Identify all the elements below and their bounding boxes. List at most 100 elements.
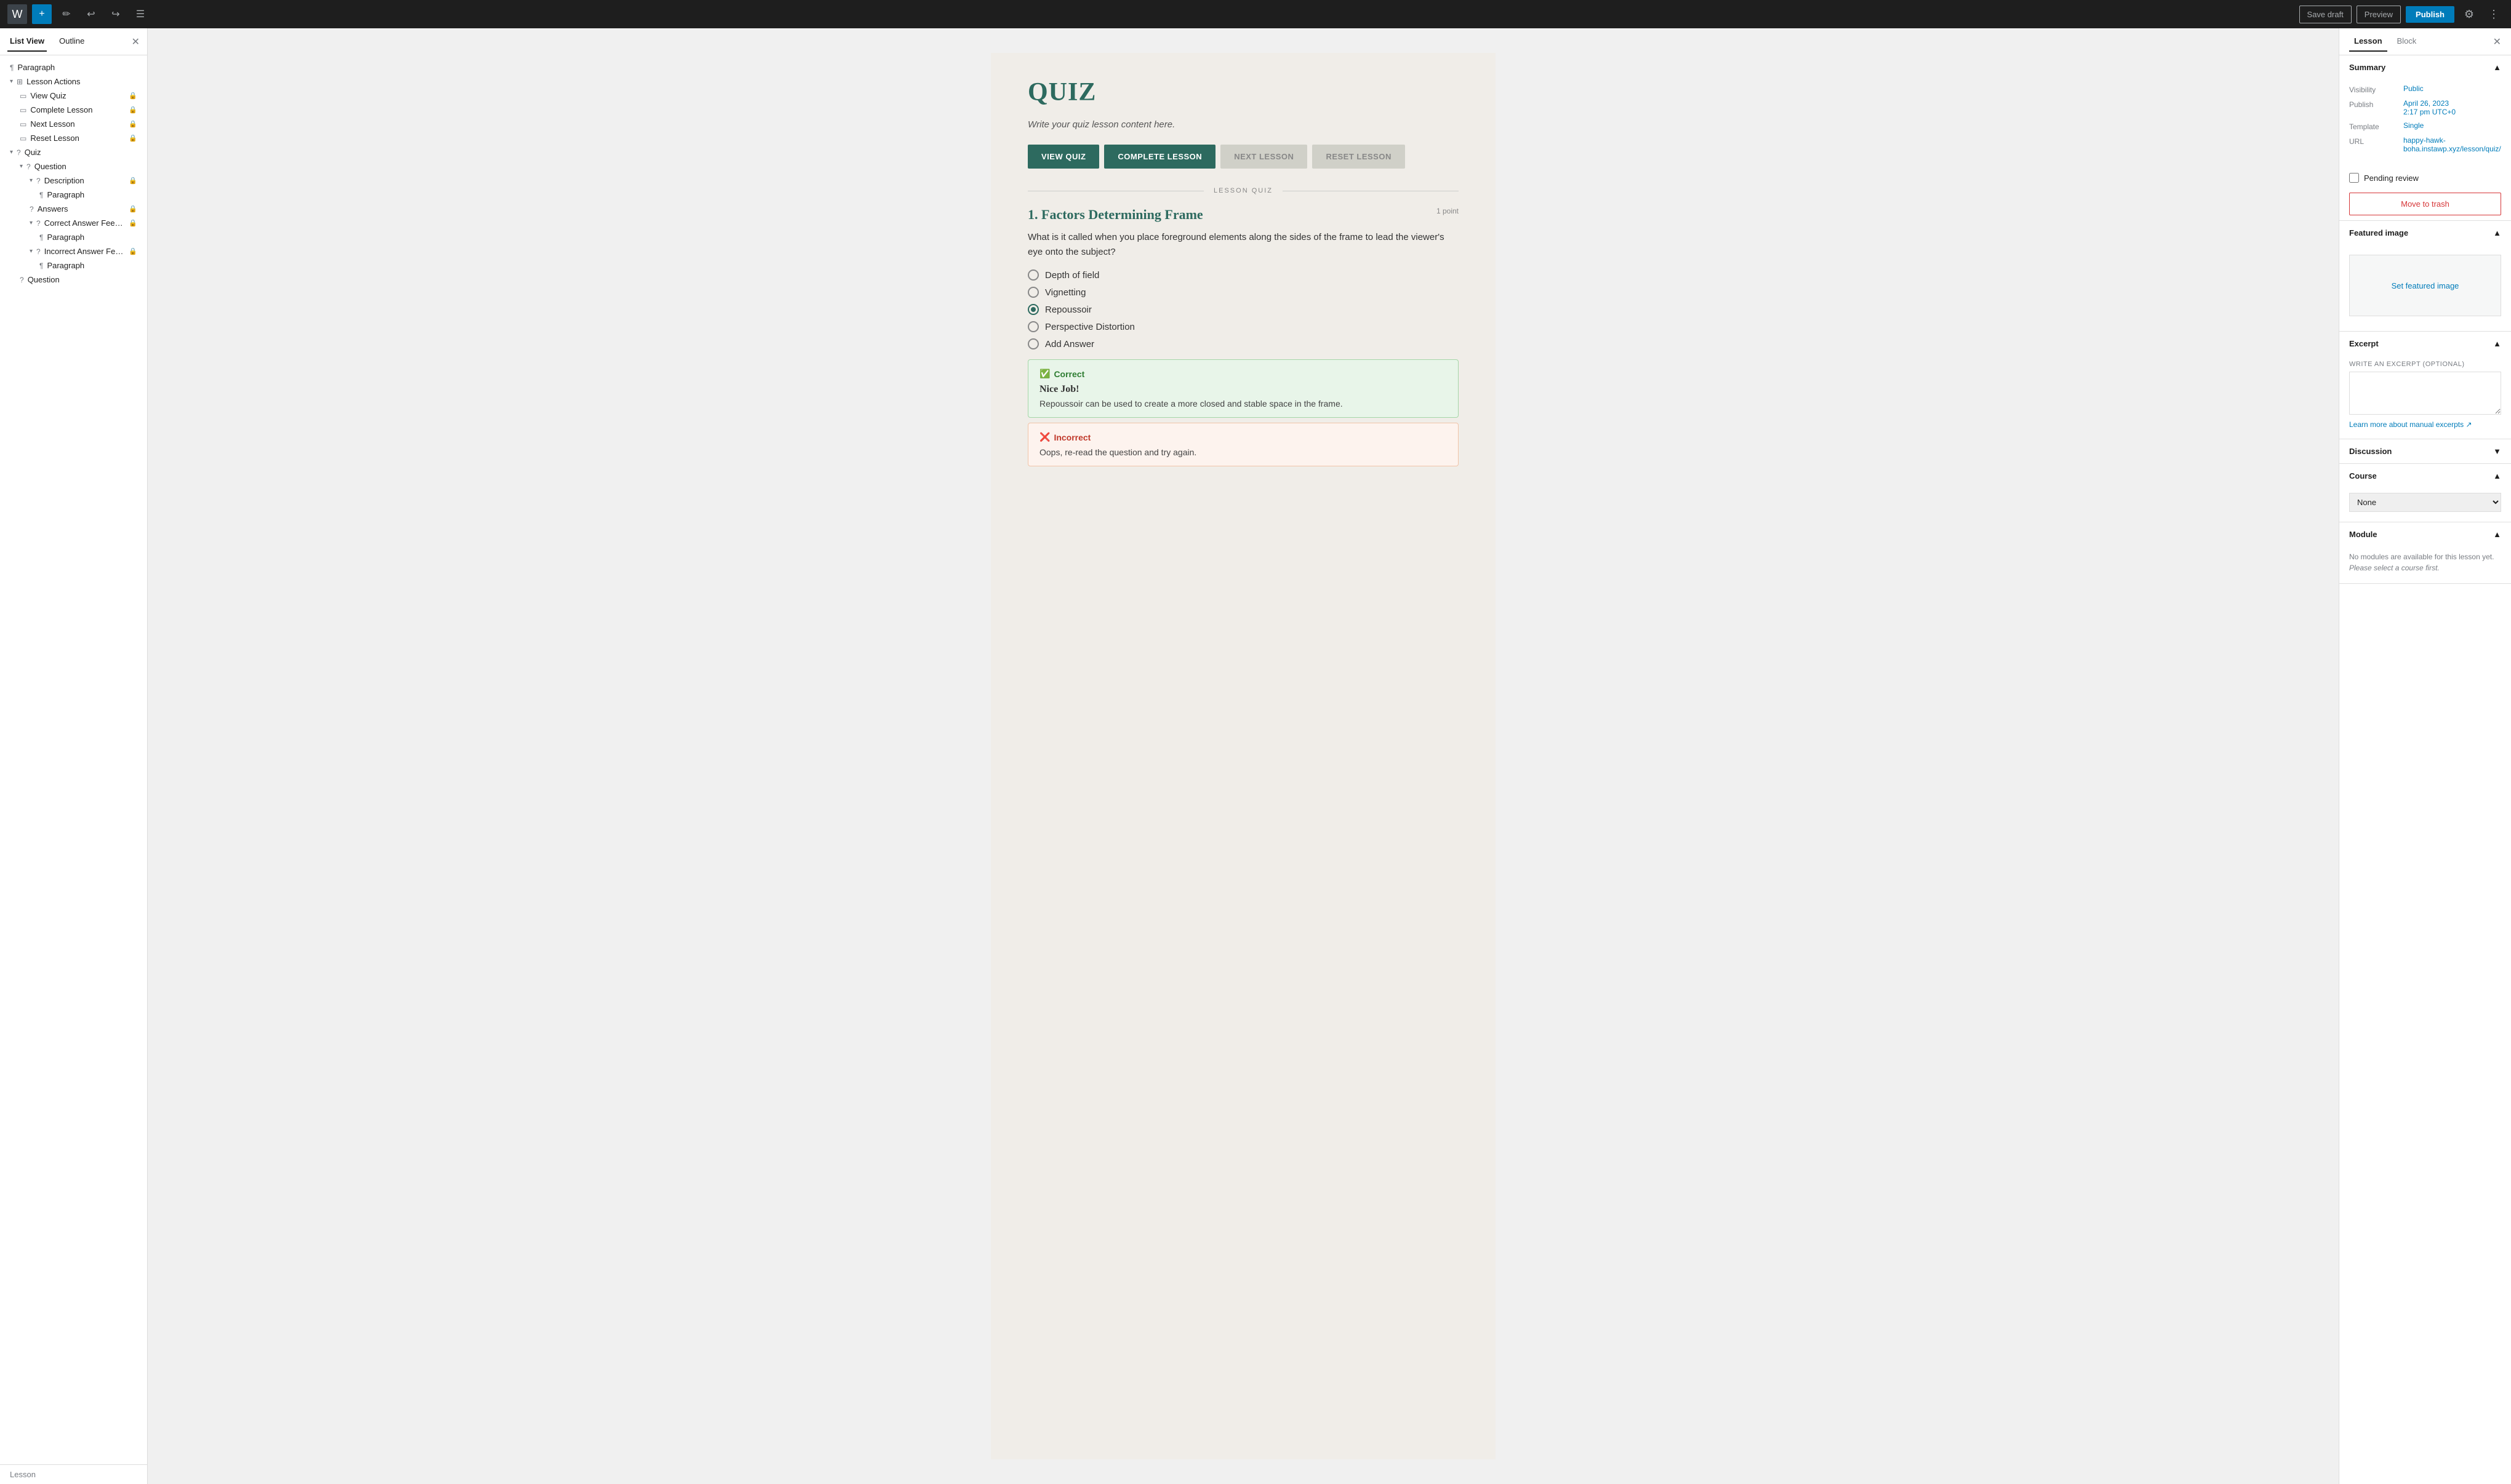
radio-add-answer[interactable] — [1028, 338, 1039, 349]
add-answer-option[interactable]: Add Answer — [1028, 338, 1459, 349]
more-options-icon[interactable]: ⋮ — [2484, 4, 2504, 24]
list-item[interactable]: ▭ Reset Lesson 🔒 — [0, 131, 147, 145]
reset-lesson-icon: ▭ — [20, 134, 26, 143]
featured-image-placeholder[interactable]: Set featured image — [2349, 255, 2501, 316]
view-quiz-icon: ▭ — [20, 92, 26, 100]
tab-block[interactable]: Block — [2392, 31, 2422, 52]
lock-icon: 🔒 — [129, 120, 137, 128]
list-item[interactable]: ¶ Paragraph — [0, 188, 147, 202]
incorrect-feedback-block: ❌ Incorrect Oops, re-read the question a… — [1028, 423, 1459, 466]
correct-feedback-icon: ? — [36, 219, 41, 228]
list-item[interactable]: ¶ Paragraph — [0, 258, 147, 273]
list-item[interactable]: ▭ Next Lesson 🔒 — [0, 117, 147, 131]
list-item[interactable]: ▾ ? Description 🔒 — [0, 174, 147, 188]
list-view-button[interactable]: ☰ — [130, 4, 150, 24]
sidebar-footer: Lesson — [0, 1464, 147, 1484]
list-item[interactable]: ▭ Complete Lesson 🔒 — [0, 103, 147, 117]
editor-canvas: QUIZ Write your quiz lesson content here… — [991, 53, 1496, 1459]
sidebar-item-label: Complete Lesson — [30, 105, 125, 114]
list-item[interactable]: ¶ Paragraph — [0, 230, 147, 244]
excerpt-link[interactable]: Learn more about manual excerpts ↗ — [2349, 420, 2501, 429]
publish-time: 2:17 pm UTC+0 — [2403, 108, 2456, 116]
publish-label: Publish — [2349, 99, 2398, 109]
radio-depth-of-field[interactable] — [1028, 269, 1039, 281]
summary-header[interactable]: Summary ▲ — [2339, 55, 2511, 79]
discussion-header[interactable]: Discussion ▼ — [2339, 439, 2511, 463]
list-item[interactable]: ¶ Paragraph — [0, 60, 147, 74]
question-text: What is it called when you place foregro… — [1028, 230, 1459, 260]
course-label: Course — [2349, 471, 2377, 481]
settings-icon[interactable]: ⚙ — [2459, 4, 2479, 24]
excerpt-section: Excerpt ▲ WRITE AN EXCERPT (OPTIONAL) Le… — [2339, 332, 2511, 439]
list-item[interactable]: ▾ ? Incorrect Answer Feedba... 🔒 — [0, 244, 147, 258]
radio-vignetting[interactable] — [1028, 287, 1039, 298]
publish-row: Publish April 26, 2023 2:17 pm UTC+0 — [2349, 99, 2501, 116]
move-to-trash-button[interactable]: Move to trash — [2349, 193, 2501, 215]
radio-perspective-distortion[interactable] — [1028, 321, 1039, 332]
content-area: QUIZ Write your quiz lesson content here… — [148, 28, 2339, 1484]
correct-feedback-block: ✅ Correct Nice Job! Repoussoir can be us… — [1028, 359, 1459, 418]
question-icon: ? — [26, 162, 31, 171]
excerpt-textarea[interactable] — [2349, 372, 2501, 415]
radio-repoussoir[interactable] — [1028, 304, 1039, 315]
main-layout: List View Outline ✕ ¶ Paragraph ▾ ⊞ Less… — [0, 28, 2511, 1484]
pending-review-label: Pending review — [2364, 174, 2419, 183]
right-panel-content: Summary ▲ Visibility Public Publish Apri… — [2339, 55, 2511, 1484]
undo-button[interactable]: ↩ — [81, 4, 101, 24]
sidebar-tabs: List View Outline ✕ — [0, 28, 147, 55]
answer-option[interactable]: Repoussoir — [1028, 304, 1459, 315]
lesson-actions-icon: ⊞ — [17, 78, 23, 86]
tab-lesson[interactable]: Lesson — [2349, 31, 2387, 52]
featured-image-header[interactable]: Featured image ▲ — [2339, 221, 2511, 245]
sidebar-item-label: Paragraph — [47, 261, 137, 270]
visibility-row: Visibility Public — [2349, 84, 2501, 94]
answer-option[interactable]: Depth of field — [1028, 269, 1459, 281]
sidebar-close-button[interactable]: ✕ — [132, 36, 140, 48]
module-text-italic: Please select a course first. — [2349, 564, 2440, 572]
tab-outline[interactable]: Outline — [57, 31, 87, 52]
list-item[interactable]: ▾ ? Question — [0, 159, 147, 174]
list-item[interactable]: ? Question — [0, 273, 147, 287]
set-featured-image-label[interactable]: Set featured image — [2392, 281, 2459, 290]
correct-label: Correct — [1054, 369, 1084, 379]
view-quiz-button[interactable]: VIEW QUIZ — [1028, 145, 1099, 169]
excerpt-header[interactable]: Excerpt ▲ — [2339, 332, 2511, 356]
module-body: No modules are available for this lesson… — [2339, 546, 2511, 583]
template-value[interactable]: Single — [2403, 121, 2424, 130]
publish-button[interactable]: Publish — [2406, 6, 2454, 23]
complete-lesson-button[interactable]: COMPLETE LESSON — [1104, 145, 1215, 169]
list-item[interactable]: ▾ ⊞ Lesson Actions — [0, 74, 147, 89]
list-item[interactable]: ▭ View Quiz 🔒 — [0, 89, 147, 103]
list-item[interactable]: ▾ ? Correct Answer Feedback 🔒 — [0, 216, 147, 230]
preview-button[interactable]: Preview — [2357, 6, 2401, 23]
save-draft-button[interactable]: Save draft — [2299, 6, 2352, 23]
course-select[interactable]: None — [2349, 493, 2501, 512]
answer-label: Depth of field — [1045, 270, 1099, 281]
answer-option[interactable]: Perspective Distortion — [1028, 321, 1459, 332]
quiz-subtitle: Write your quiz lesson content here. — [1028, 119, 1459, 130]
sidebar-item-label: Quiz — [25, 148, 137, 157]
summary-section: Summary ▲ Visibility Public Publish Apri… — [2339, 55, 2511, 221]
tab-list-view[interactable]: List View — [7, 31, 47, 52]
right-panel-close-button[interactable]: ✕ — [2493, 36, 2501, 48]
list-item[interactable]: ▾ ? Quiz — [0, 145, 147, 159]
answer-label: Perspective Distortion — [1045, 322, 1135, 332]
pencil-icon[interactable]: ✏ — [57, 4, 76, 24]
chevron-down-icon: ▾ — [10, 149, 13, 156]
url-value[interactable]: happy-hawk-boha.instawp.xyz/lesson/quiz/ — [2403, 136, 2501, 153]
module-header[interactable]: Module ▲ — [2339, 522, 2511, 546]
chevron-up-icon: ▲ — [2493, 339, 2501, 348]
url-row: URL happy-hawk-boha.instawp.xyz/lesson/q… — [2349, 136, 2501, 153]
redo-button[interactable]: ↪ — [106, 4, 126, 24]
pending-review-checkbox[interactable] — [2349, 173, 2359, 183]
template-label: Template — [2349, 121, 2398, 131]
publish-value[interactable]: April 26, 2023 2:17 pm UTC+0 — [2403, 99, 2456, 116]
next-lesson-icon: ▭ — [20, 120, 26, 129]
featured-image-label: Featured image — [2349, 228, 2408, 237]
module-text-content: No modules are available for this lesson… — [2349, 553, 2494, 561]
add-block-button[interactable]: + — [32, 4, 52, 24]
visibility-value[interactable]: Public — [2403, 84, 2424, 93]
list-item[interactable]: ? Answers 🔒 — [0, 202, 147, 216]
answer-option[interactable]: Vignetting — [1028, 287, 1459, 298]
course-header[interactable]: Course ▲ — [2339, 464, 2511, 488]
